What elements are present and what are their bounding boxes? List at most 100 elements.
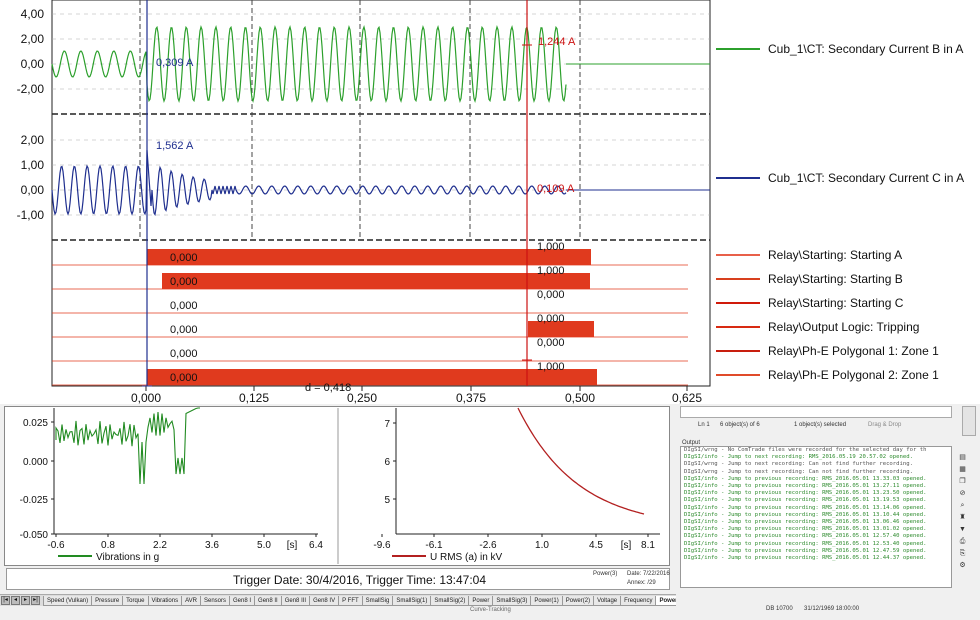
x-tick-label: 0,250: [347, 391, 377, 404]
right-panel: Ln 1 6 object(s) of 6 1 object(s) select…: [676, 404, 980, 620]
sheet-tab[interactable]: Frequency: [620, 595, 657, 606]
print-preview-icon[interactable]: ⎘: [958, 550, 967, 558]
legend-item[interactable]: Relay\Starting: Starting A: [716, 244, 980, 266]
copy-icon[interactable]: ❐: [958, 478, 967, 486]
cursor-2-c-readout: 0,109 A: [537, 183, 575, 195]
print-icon[interactable]: ⎙: [958, 538, 967, 546]
rms-legend-label: U RMS (a) in kV: [430, 552, 503, 563]
legend-item[interactable]: Relay\Starting: Starting B: [716, 268, 980, 290]
save-icon[interactable]: ▦: [958, 466, 967, 474]
waveform-panel[interactable]: 4,00 2,00 0,00 -2,00 2,00 1,00 0,00 -1,00 0,000 0…: [0, 0, 980, 404]
options-icon[interactable]: ⚙: [958, 562, 967, 570]
legend-item[interactable]: Relay\Ph-E Polygonal 1: Zone 1: [716, 340, 980, 362]
legend-swatch: [716, 177, 760, 179]
relay-bar[interactable]: [162, 273, 590, 289]
next-sheet-button[interactable]: ▸: [21, 596, 30, 605]
legend-label: Cub_1\CT: Secondary Current B in A: [768, 42, 964, 56]
rms-x-tick-label: -9.6: [373, 540, 391, 551]
power-label: Power(3): [593, 571, 618, 577]
sheet-tab[interactable]: Power: [468, 595, 494, 606]
y-tick-label: 2,00: [21, 32, 45, 46]
sheet-tab[interactable]: Speed (Vulkan): [43, 595, 93, 606]
sheet-tab[interactable]: Power(1): [530, 595, 563, 606]
rms-trace[interactable]: [517, 407, 645, 515]
sheet-tab[interactable]: AVR: [181, 595, 201, 606]
legend-swatch: [716, 254, 760, 256]
log-line: DIgSI/info - Jump to previous recording:…: [684, 490, 927, 497]
status-selected: 1 object(s) selected: [794, 422, 847, 428]
log-line: DIgSI/info - Jump to previous recording:…: [684, 533, 927, 540]
last-sheet-button[interactable]: ▸|: [31, 596, 40, 605]
relay-value-right: 1,000: [537, 265, 565, 277]
sheet-tab[interactable]: Gen8 II: [254, 595, 282, 606]
log-line: DIgSI/info - Jump to previous recording:…: [684, 547, 927, 554]
relay-bar[interactable]: [147, 249, 591, 265]
log-line: DIgSI/info - Jump to previous recording:…: [684, 483, 927, 490]
vib-y-tick-label: 0.000: [23, 457, 48, 468]
db-date: 31/12/1969 18:00:00: [804, 606, 860, 612]
current-c-trace[interactable]: [51, 149, 567, 217]
relay-value-left: 0,000: [170, 324, 198, 336]
rms-y-tick-label: 6: [384, 457, 390, 468]
legend-swatch: [716, 302, 760, 304]
sheet-tab[interactable]: SmallSig(1): [392, 595, 432, 606]
y-tick-label: 2,00: [21, 133, 45, 147]
sheet-tab[interactable]: Gen8 III: [280, 595, 311, 606]
small-plots[interactable]: 0.025 0.000 -0.025 -0.050-0.6 0.8 2.2 3.6 5.0 6.…: [0, 404, 676, 570]
legend-item[interactable]: Relay\Starting: Starting C: [716, 292, 980, 314]
relay-value-left: 0,000: [170, 372, 198, 384]
output-log[interactable]: DIgSI/wrng - No ComTrade files were reco…: [680, 446, 952, 588]
rms-x-tick-label: 8.1: [641, 540, 655, 551]
relay-value-right: 1,000: [537, 361, 565, 373]
legend-label: Relay\Output Logic: Tripping: [768, 320, 920, 334]
x-tick-label: 0,375: [456, 391, 486, 404]
sheet-tab[interactable]: Gen8 IV: [309, 595, 340, 606]
sheet-tab[interactable]: Sensors: [200, 595, 231, 606]
vertical-scrollbar[interactable]: [962, 406, 976, 436]
prev-sheet-button[interactable]: ◂: [11, 596, 20, 605]
binoculars-icon[interactable]: ♜: [958, 514, 967, 522]
sheet-tab[interactable]: Vibrations: [147, 595, 183, 606]
first-sheet-button[interactable]: |◂: [1, 596, 10, 605]
legend-label: Relay\Starting: Starting A: [768, 248, 903, 262]
cursor-delta-label: d = 0,418: [305, 382, 351, 394]
legend-item[interactable]: Cub_1\CT: Secondary Current C in A: [716, 167, 980, 189]
y-tick-label: -1,00: [17, 208, 45, 222]
legend-item[interactable]: Relay\Output Logic: Tripping: [716, 316, 980, 338]
horizontal-scrollbar[interactable]: [680, 406, 952, 418]
clear-icon[interactable]: ▤: [958, 454, 967, 462]
sheet-tab[interactable]: P FFT: [338, 595, 363, 606]
curve-tracking-label: Curve-Tracking: [470, 607, 511, 613]
sheet-tab[interactable]: Pressure: [91, 595, 124, 606]
status-ln: Ln 1: [698, 422, 710, 428]
rms-x-tick-label: -2.6: [479, 540, 497, 551]
rms-y-tick-label: 7: [384, 419, 390, 430]
legend-item[interactable]: Cub_1\CT: Secondary Current B in A: [716, 38, 980, 60]
rms-x-tick-label: -6.1: [425, 540, 443, 551]
rms-y-tick-label: 5: [384, 495, 390, 506]
log-line: DIgSI/info - Jump to previous recording:…: [684, 475, 927, 482]
stop-icon[interactable]: ⊘: [958, 490, 967, 498]
relay-value-right: 0,000: [537, 289, 565, 301]
sheet-tab[interactable]: Power(2): [561, 595, 595, 606]
vib-x-tick-label: -0.6: [47, 540, 65, 551]
vib-y-tick-label: -0.025: [20, 495, 49, 506]
vibration-trace[interactable]: [55, 407, 200, 485]
filter-icon[interactable]: ▼: [958, 526, 967, 534]
sheet-tab[interactable]: SmallSig: [361, 595, 394, 606]
y-tick-label: -2,00: [17, 82, 45, 96]
relay-bar[interactable]: [147, 369, 597, 385]
lower-workspace: 0.025 0.000 -0.025 -0.050 -0.6 0.8 2.2 3.6 5.0 6.…: [0, 404, 980, 620]
log-line: DIgSI/info - Jump to previous recording:…: [684, 511, 927, 518]
sheet-tab[interactable]: Gen8 I: [229, 595, 256, 606]
vib-x-tick-label: 3.6: [205, 540, 219, 551]
legend-item[interactable]: Relay\Ph-E Polygonal 2: Zone 1: [716, 364, 980, 386]
sheet-tab[interactable]: Voltage: [593, 595, 622, 606]
relay-value-left: 0,000: [170, 252, 198, 264]
find-icon[interactable]: ⌕: [958, 502, 967, 510]
sheet-tab[interactable]: SmallSig(2): [430, 595, 470, 606]
sheet-tab[interactable]: SmallSig(3): [492, 595, 532, 606]
y-tick-label: 0,00: [21, 183, 45, 197]
legend-swatch: [716, 278, 760, 280]
sheet-tab[interactable]: Torque: [122, 595, 149, 606]
